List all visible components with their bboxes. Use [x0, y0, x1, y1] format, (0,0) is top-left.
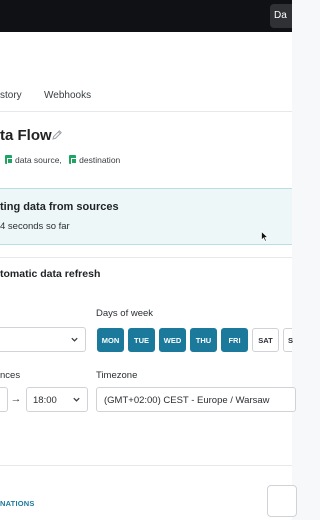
day-toggle-tue[interactable]: TUE — [128, 328, 155, 352]
flow-sources: data source, destination — [5, 155, 125, 165]
status-title: ting data from sources — [0, 201, 119, 213]
tab-webhooks[interactable]: Webhooks — [44, 90, 91, 101]
timezone-value: (GMT+02:00) CEST - Europe / Warsaw — [104, 395, 270, 406]
footer-bar: NATIONS — [0, 465, 297, 520]
day-toggle-mon[interactable]: MON — [97, 328, 124, 352]
destination-label: destination — [79, 155, 121, 165]
destinations-link[interactable]: NATIONS — [0, 499, 35, 508]
refresh-title: tomatic data refresh — [0, 268, 101, 280]
frequency-select[interactable] — [0, 327, 86, 352]
chevron-down-icon — [71, 337, 78, 342]
spreadsheet-icon — [69, 155, 77, 164]
spreadsheet-icon — [5, 155, 13, 164]
footer-action-button[interactable] — [267, 485, 297, 517]
mouse-cursor-icon — [261, 231, 269, 242]
top-bar: Da — [0, 0, 292, 32]
sync-window-label: nces — [0, 370, 21, 381]
timezone-select[interactable]: (GMT+02:00) CEST - Europe / Warsaw — [96, 387, 296, 412]
timezone-label: Timezone — [96, 370, 138, 381]
arrow-right-icon: → — [10, 393, 22, 405]
to-time-value: 18:00 — [33, 395, 57, 406]
main-content: ta Flow data source, destination ting da… — [0, 112, 297, 520]
top-bar-button[interactable]: Da — [270, 4, 292, 28]
auto-refresh-panel: tomatic data refresh Days of week MON TU… — [0, 257, 296, 447]
day-toggle-thu[interactable]: THU — [190, 328, 217, 352]
from-time-select[interactable] — [0, 387, 8, 412]
day-toggle-fri[interactable]: FRI — [221, 328, 248, 352]
day-toggle-sat[interactable]: SAT — [252, 328, 279, 352]
tab-history[interactable]: story — [0, 90, 22, 101]
day-toggle-wed[interactable]: WED — [159, 328, 186, 352]
source-label: data source, — [15, 155, 62, 165]
to-time-select[interactable]: 18:00 — [26, 387, 88, 412]
days-of-week-label: Days of week — [96, 308, 154, 319]
edit-pencil-icon[interactable] — [50, 128, 64, 142]
status-elapsed: 4 seconds so far — [0, 221, 70, 232]
chevron-down-icon — [73, 397, 80, 402]
sync-status-banner: ting data from sources 4 seconds so far — [0, 188, 292, 245]
tab-bar: story Webhooks — [0, 32, 292, 112]
page-title: ta Flow — [0, 127, 52, 144]
day-toggle-sun[interactable]: S — [283, 328, 293, 352]
